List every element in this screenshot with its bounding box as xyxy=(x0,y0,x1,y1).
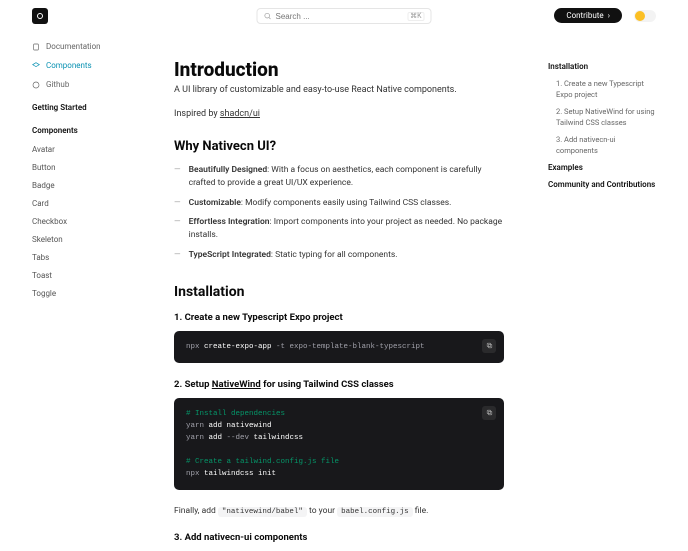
step-1-heading: 1. Create a new Typescript Expo project xyxy=(174,312,504,323)
search-icon xyxy=(264,12,272,20)
sidebar-item-avatar[interactable]: Avatar xyxy=(32,145,132,154)
feature-item: —Customizable: Modify components easily … xyxy=(174,197,504,210)
sidebar-item-toggle[interactable]: Toggle xyxy=(32,289,132,298)
contribute-button[interactable]: Contribute › xyxy=(554,8,622,23)
sidebar-getting-started: Getting Started xyxy=(32,103,132,112)
main-content: Introduction A UI library of customizabl… xyxy=(174,58,504,551)
toc-item[interactable]: 3. Add nativecn-ui components xyxy=(548,135,658,156)
sidebar-components[interactable]: Components xyxy=(32,61,132,70)
toc-item[interactable]: 2. Setup NativeWind for using Tailwind C… xyxy=(548,107,658,128)
feature-item: —Effortless Integration: Import componen… xyxy=(174,216,504,242)
sidebar-label: Components xyxy=(46,61,92,70)
theme-toggle[interactable] xyxy=(634,10,656,22)
sidebar: Documentation Components Github Getting … xyxy=(32,42,132,307)
sidebar-components-heading: Components xyxy=(32,126,132,135)
sidebar-label: Github xyxy=(46,80,69,89)
shadcn-link[interactable]: shadcn/ui xyxy=(220,109,260,119)
copy-icon xyxy=(486,409,493,416)
chevron-right-icon: › xyxy=(608,11,610,20)
toc-installation[interactable]: Installation xyxy=(548,62,658,71)
sun-icon xyxy=(635,11,645,21)
toc-item[interactable]: 1. Create a new Typescript Expo project xyxy=(548,79,658,100)
sidebar-item-checkbox[interactable]: Checkbox xyxy=(32,217,132,226)
sidebar-item-toast[interactable]: Toast xyxy=(32,271,132,280)
search-kbd: ⌘K xyxy=(407,12,424,21)
toc-examples[interactable]: Examples xyxy=(548,163,658,172)
copy-icon xyxy=(486,342,493,349)
contribute-label: Contribute xyxy=(566,11,603,20)
feature-item: —Beautifully Designed: With a focus on a… xyxy=(174,164,504,190)
file-icon xyxy=(32,43,40,51)
toc-community[interactable]: Community and Contributions xyxy=(548,180,658,189)
inspired-by: Inspired by shadcn/ui xyxy=(174,109,504,119)
sidebar-github[interactable]: Github xyxy=(32,80,132,89)
table-of-contents: Installation 1. Create a new Typescript … xyxy=(548,62,658,197)
search-box[interactable]: ⌘K xyxy=(257,8,432,24)
finally-text: Finally, add "nativewind/babel" to your … xyxy=(174,506,504,516)
why-heading: Why Nativecn UI? xyxy=(174,139,504,154)
github-icon xyxy=(32,81,40,89)
sidebar-item-skeleton[interactable]: Skeleton xyxy=(32,235,132,244)
sidebar-item-button[interactable]: Button xyxy=(32,163,132,172)
page-subtitle: A UI library of customizable and easy-to… xyxy=(174,85,504,95)
layers-icon xyxy=(32,62,40,70)
code-block-1: npx create-expo-app -t expo-template-bla… xyxy=(174,331,504,363)
sidebar-label: Documentation xyxy=(46,42,101,51)
code-block-2: # Install dependencies yarn add nativewi… xyxy=(174,398,504,490)
inspired-label: Inspired by xyxy=(174,109,220,119)
sidebar-item-tabs[interactable]: Tabs xyxy=(32,253,132,262)
sidebar-item-card[interactable]: Card xyxy=(32,199,132,208)
step-2-heading: 2. Setup NativeWind for using Tailwind C… xyxy=(174,379,504,390)
copy-button[interactable] xyxy=(482,406,496,420)
page-title: Introduction xyxy=(174,58,504,81)
installation-heading: Installation xyxy=(174,284,504,300)
feature-item: —TypeScript Integrated: Static typing fo… xyxy=(174,249,504,262)
search-input[interactable] xyxy=(276,12,408,21)
step-3-heading: 3. Add nativecn-ui components xyxy=(174,532,504,543)
nativewind-link[interactable]: NativeWind xyxy=(212,379,261,390)
top-header: ⌘K Contribute › xyxy=(0,0,688,32)
logo[interactable] xyxy=(32,8,48,24)
sidebar-item-badge[interactable]: Badge xyxy=(32,181,132,190)
sidebar-documentation[interactable]: Documentation xyxy=(32,42,132,51)
copy-button[interactable] xyxy=(482,339,496,353)
